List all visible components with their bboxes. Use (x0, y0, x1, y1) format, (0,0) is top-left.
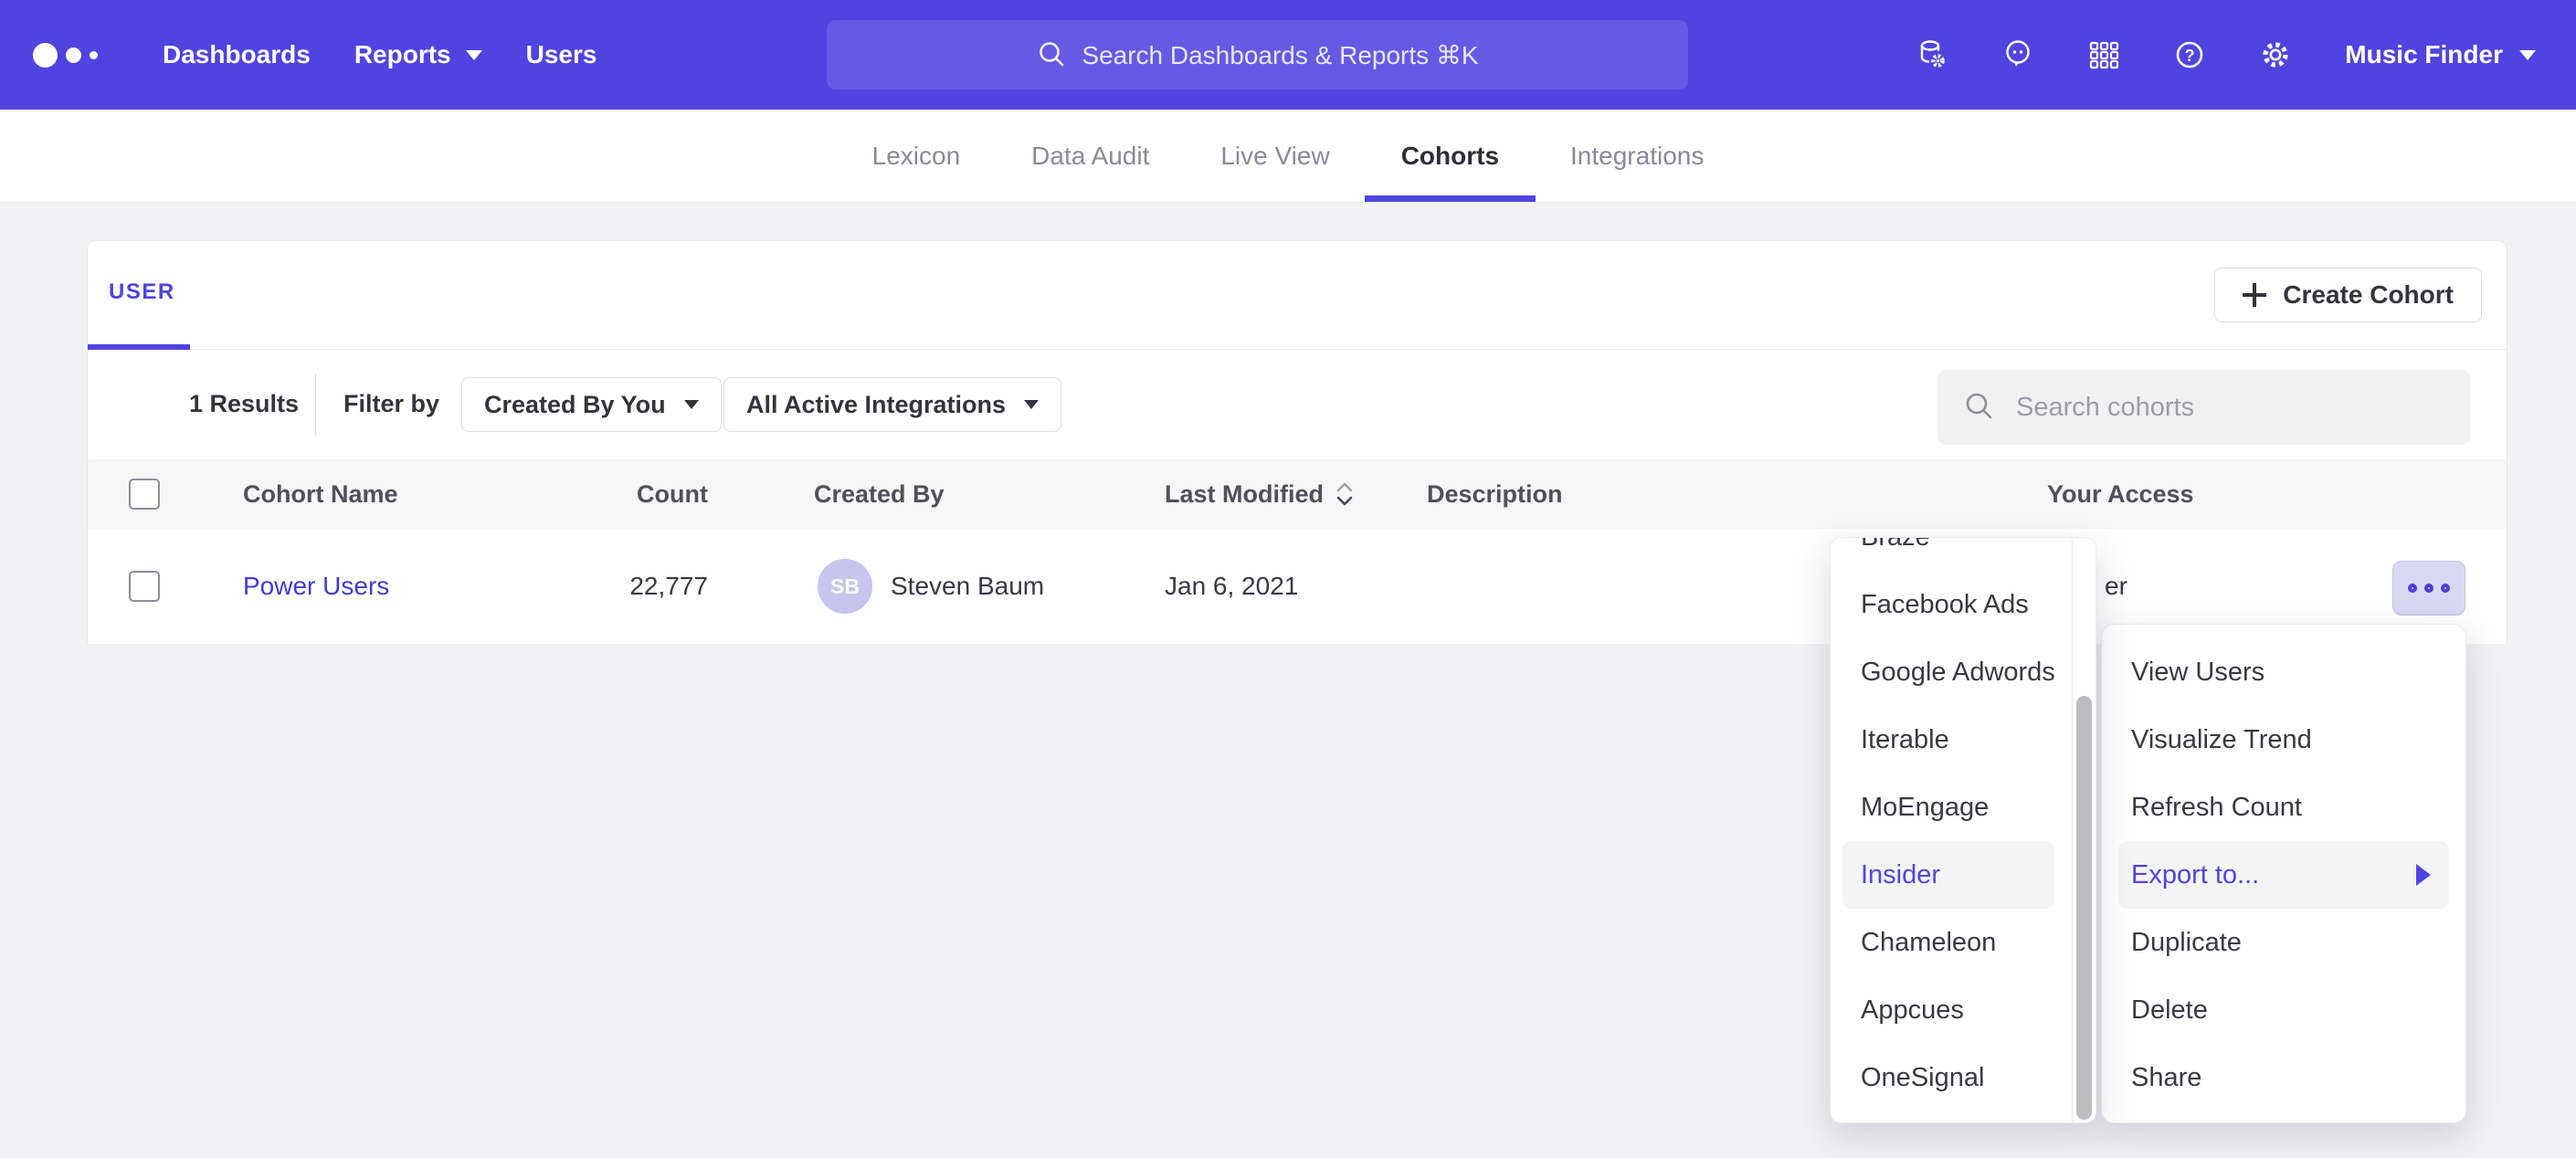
menu-item-refresh-count[interactable]: Refresh Count (2102, 774, 2465, 841)
column-header-count[interactable]: Count (563, 459, 708, 529)
filter-value: Created By You (484, 391, 666, 419)
chevron-down-icon (466, 50, 482, 60)
settings-gear-icon[interactable] (2257, 37, 2294, 73)
tab-label: Cohorts (1401, 142, 1499, 171)
submenu-item-braze[interactable]: Braze (1831, 537, 2096, 571)
table-header: Cohort Name Count Created By Last Modifi… (88, 459, 2507, 529)
filter-row: 1 Results Filter by Created By You All A… (88, 350, 2507, 459)
project-name: Music Finder (2345, 40, 2503, 69)
submenu-item-appcues[interactable]: Appcues (1831, 976, 2096, 1044)
ellipsis-dot (2408, 584, 2417, 593)
tab-cohorts[interactable]: Cohorts (1401, 110, 1499, 202)
submenu-item-onesignal[interactable]: OneSignal (1831, 1044, 2096, 1111)
svg-text:?: ? (2185, 47, 2195, 65)
chevron-down-icon (684, 400, 699, 409)
help-icon[interactable]: ? (2171, 37, 2208, 73)
column-header-label: Last Modified (1165, 480, 1324, 509)
filter-by-label: Filter by (343, 390, 439, 418)
tab-user-cohorts[interactable]: USER (109, 279, 175, 305)
export-submenu: Braze Facebook Ads Google Adwords Iterab… (1830, 537, 2096, 1123)
scrollbar-thumb[interactable] (2076, 696, 2092, 1120)
tab-label: Data Audit (1031, 142, 1149, 171)
column-header-created-by[interactable]: Created By (814, 459, 945, 529)
nav-item-users[interactable]: Users (526, 40, 597, 69)
tab-label: Lexicon (872, 142, 961, 171)
avatar: SB (818, 559, 872, 614)
cohorts-card: USER Create Cohort 1 Results Filter by C… (87, 240, 2507, 644)
nav-item-label: Users (526, 40, 597, 69)
column-header-your-access[interactable]: Your Access (2047, 459, 2194, 529)
integrations-filter-dropdown[interactable]: All Active Integrations (723, 377, 1061, 432)
results-count: 1 Results (189, 390, 299, 418)
menu-item-delete[interactable]: Delete (2102, 976, 2465, 1044)
sort-icon (1335, 480, 1355, 508)
search-icon (1036, 39, 1067, 70)
create-cohort-button[interactable]: Create Cohort (2214, 268, 2482, 322)
column-header-last-modified[interactable]: Last Modified (1165, 459, 1355, 529)
tab-label: Integrations (1570, 142, 1704, 171)
cohort-count: 22,777 (563, 529, 708, 644)
ellipsis-dot (2441, 584, 2450, 593)
tab-lexicon[interactable]: Lexicon (872, 110, 961, 202)
row-context-menu: View Users Visualize Trend Refresh Count… (2101, 624, 2466, 1123)
search-placeholder: Search cohorts (2016, 393, 2194, 423)
tab-label: Live View (1220, 142, 1329, 171)
tab-integrations[interactable]: Integrations (1570, 110, 1704, 202)
data-settings-icon[interactable] (1914, 37, 1950, 73)
menu-item-share[interactable]: Share (2102, 1044, 2465, 1111)
chevron-down-icon (2519, 50, 2536, 60)
menu-item-duplicate[interactable]: Duplicate (2102, 909, 2465, 976)
column-header-cohort-name[interactable]: Cohort Name (243, 459, 398, 529)
mixpanel-logo[interactable] (33, 43, 121, 68)
feedback-icon[interactable] (2000, 37, 2036, 73)
row-actions-button[interactable] (2392, 561, 2465, 616)
menu-item-visualize-trend[interactable]: Visualize Trend (2102, 706, 2465, 774)
logo-dot-large (33, 43, 58, 68)
created-by-filter-dropdown[interactable]: Created By You (461, 377, 722, 432)
filter-value: All Active Integrations (746, 391, 1006, 419)
search-placeholder: Search Dashboards & Reports ⌘K (1082, 40, 1478, 70)
submenu-item-facebook-ads[interactable]: Facebook Ads (1831, 571, 2096, 638)
create-cohort-label: Create Cohort (2283, 280, 2454, 310)
submenu-item-chameleon[interactable]: Chameleon (1831, 909, 2096, 976)
chevron-down-icon (1024, 400, 1039, 409)
divider (315, 374, 316, 436)
select-all-checkbox[interactable] (129, 479, 160, 510)
nav-item-reports[interactable]: Reports (354, 40, 482, 69)
cohort-search-input[interactable]: Search cohorts (1937, 370, 2470, 445)
search-icon (1963, 391, 1996, 424)
row-checkbox[interactable] (129, 571, 160, 602)
project-switcher[interactable]: Music Finder (2345, 40, 2536, 69)
tab-data-audit[interactable]: Data Audit (1031, 110, 1149, 202)
menu-item-label: Export to... (2131, 860, 2259, 890)
tab-live-view[interactable]: Live View (1220, 110, 1329, 202)
plus-icon (2243, 283, 2266, 307)
section-tabbar: Lexicon Data Audit Live View Cohorts Int… (0, 110, 2576, 203)
ellipsis-dot (2424, 584, 2433, 593)
global-search-input[interactable]: Search Dashboards & Reports ⌘K (827, 20, 1688, 89)
logo-dot-small (90, 51, 98, 59)
menu-item-view-users[interactable]: View Users (2102, 638, 2465, 706)
card-header: USER Create Cohort (88, 241, 2507, 350)
submenu-item-moengage[interactable]: MoEngage (1831, 774, 2096, 841)
avatar-initials: SB (830, 574, 860, 599)
nav-item-dashboards[interactable]: Dashboards (163, 40, 311, 69)
column-header-description[interactable]: Description (1427, 459, 1563, 529)
last-modified-date: Jan 6, 2021 (1165, 529, 1298, 644)
cohort-name-link[interactable]: Power Users (243, 572, 389, 601)
menu-item-export-to[interactable]: Export to... (2118, 841, 2449, 909)
submenu-item-iterable[interactable]: Iterable (1831, 706, 2096, 774)
nav-item-label: Reports (354, 40, 451, 69)
submenu-item-google-adwords[interactable]: Google Adwords (1831, 638, 2096, 706)
scrollbar-track (2072, 538, 2073, 1122)
created-by-name: Steven Baum (891, 572, 1044, 601)
top-navbar: Dashboards Reports Users Search Dashboar… (0, 0, 2576, 110)
apps-grid-icon[interactable] (2085, 37, 2122, 73)
logo-dot-medium (66, 47, 81, 63)
nav-item-label: Dashboards (163, 40, 311, 69)
submenu-arrow-icon (2416, 864, 2431, 886)
submenu-item-insider[interactable]: Insider (1842, 841, 2054, 909)
